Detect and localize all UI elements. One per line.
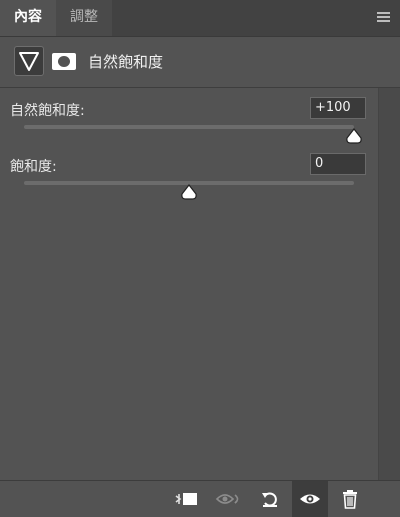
layer-mask-icon[interactable] [52, 53, 76, 70]
reset-icon[interactable] [252, 481, 288, 517]
panel-menu-icon[interactable] [377, 12, 390, 22]
saturation-label: 飽和度: [10, 159, 57, 175]
tab-adjustments[interactable]: 調整 [56, 0, 112, 36]
scrollbar[interactable] [378, 88, 400, 480]
adjustment-triangle-icon[interactable] [14, 46, 44, 76]
view-previous-state-icon[interactable] [210, 481, 246, 517]
vibrance-value-input[interactable]: +100 [310, 97, 366, 119]
vibrance-slider-thumb[interactable] [345, 128, 363, 144]
saturation-value-input[interactable]: 0 [310, 153, 366, 175]
clip-to-layer-icon[interactable] [168, 481, 204, 517]
visibility-eye-icon[interactable] [292, 481, 328, 517]
vibrance-label: 自然飽和度: [10, 103, 85, 119]
properties-footer [0, 480, 400, 517]
tab-bar: 內容 調整 [0, 0, 400, 37]
saturation-slider-thumb[interactable] [180, 184, 198, 200]
adjustment-title: 自然飽和度 [88, 53, 164, 71]
properties-content: 自然飽和度: +100 飽和度: 0 [0, 88, 378, 480]
tab-properties[interactable]: 內容 [0, 0, 56, 36]
vibrance-slider-track[interactable] [24, 125, 354, 129]
trash-icon[interactable] [332, 481, 368, 517]
properties-header: 自然飽和度 [0, 37, 400, 88]
